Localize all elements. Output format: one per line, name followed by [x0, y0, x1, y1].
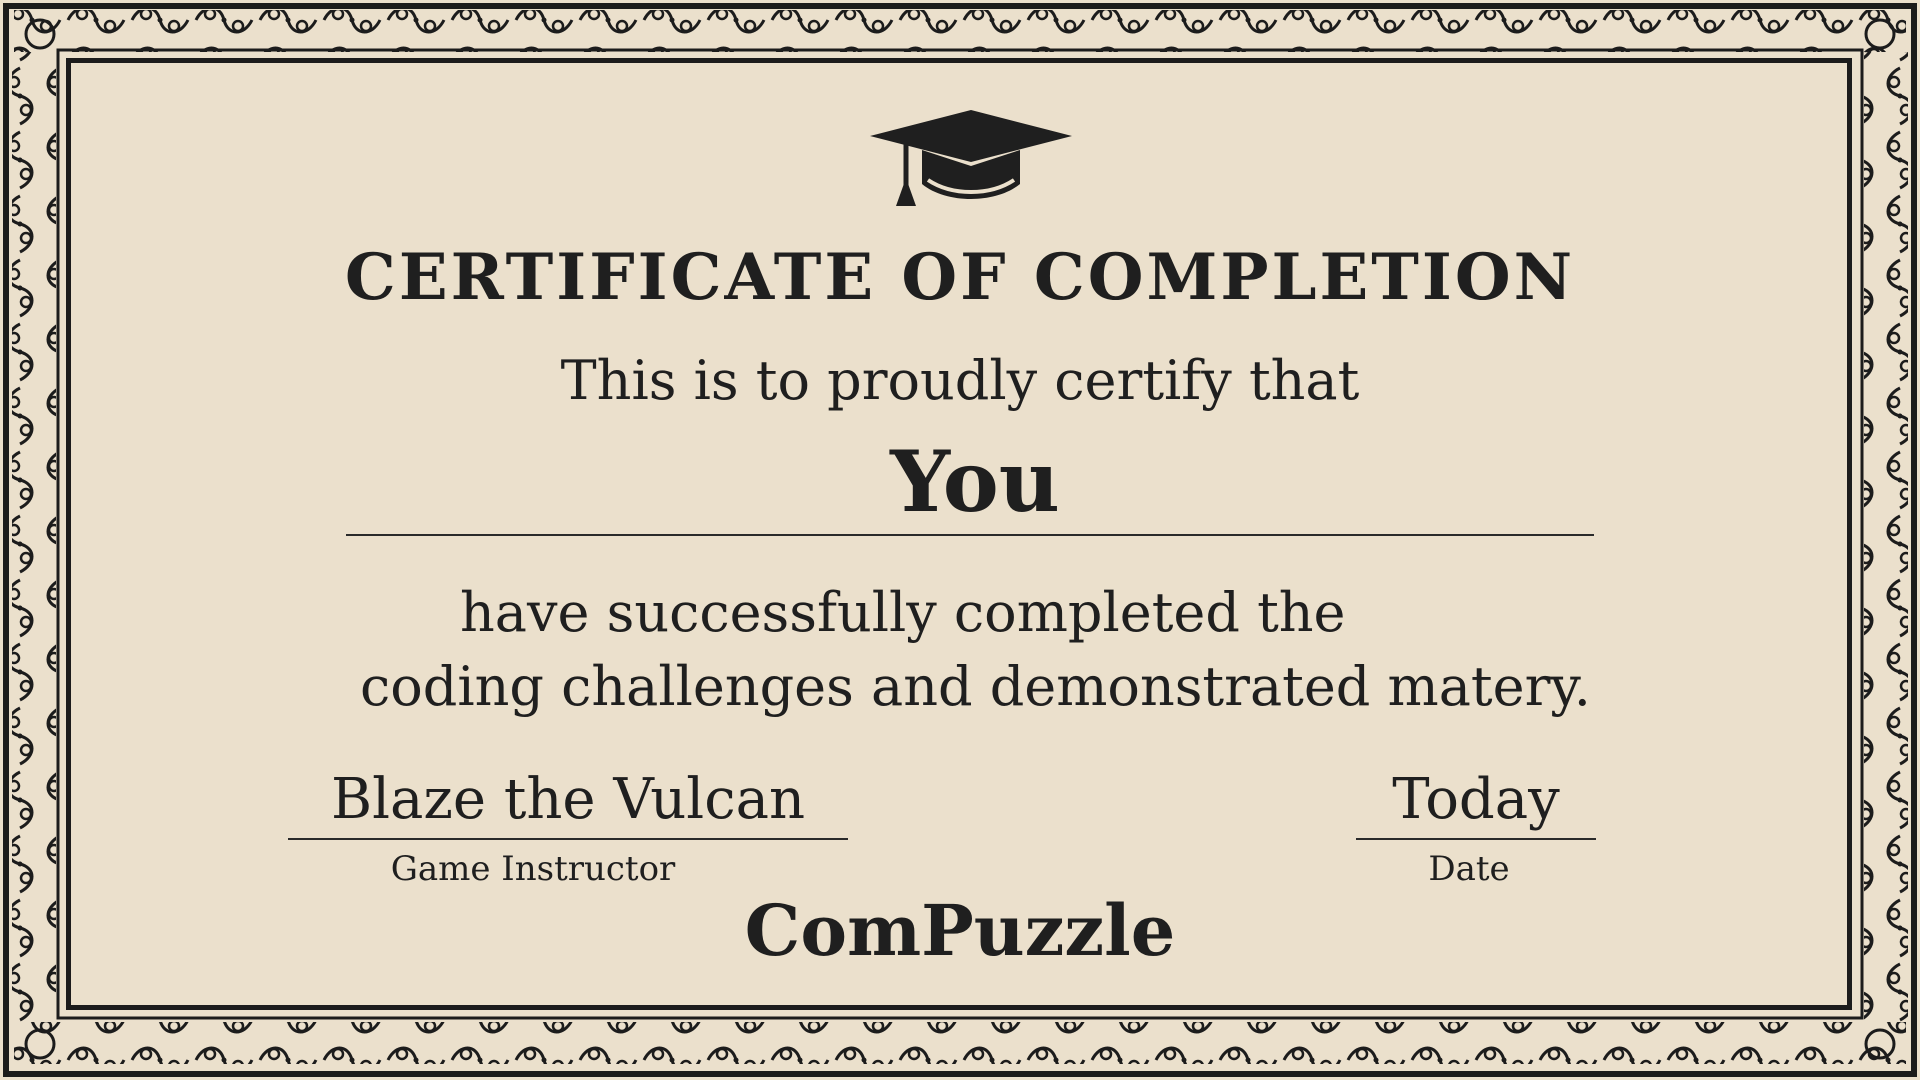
certify-line: This is to proudly certify that: [560, 349, 1360, 412]
date-label: Date: [1428, 849, 1510, 889]
graduation-cap-icon: [870, 110, 1072, 206]
date-value: Today: [1392, 767, 1560, 832]
instructor-signature-line: [288, 838, 848, 840]
recipient-name: You: [890, 432, 1060, 531]
recipient-underline: [346, 534, 1594, 536]
date-signature-line: [1356, 838, 1596, 840]
completion-line-2: coding challenges and demonstrated mater…: [360, 655, 1591, 718]
instructor-role-label: Game Instructor: [390, 849, 676, 889]
certificate-page: CERTIFICATE OF COMPLETION This is to pro…: [0, 0, 1920, 1080]
instructor-name: Blaze the Vulcan: [330, 767, 806, 832]
brand-name: ComPuzzle: [744, 889, 1176, 972]
certificate-title: CERTIFICATE OF COMPLETION: [344, 240, 1576, 315]
completion-line-1: have successfully completed the: [460, 581, 1346, 644]
